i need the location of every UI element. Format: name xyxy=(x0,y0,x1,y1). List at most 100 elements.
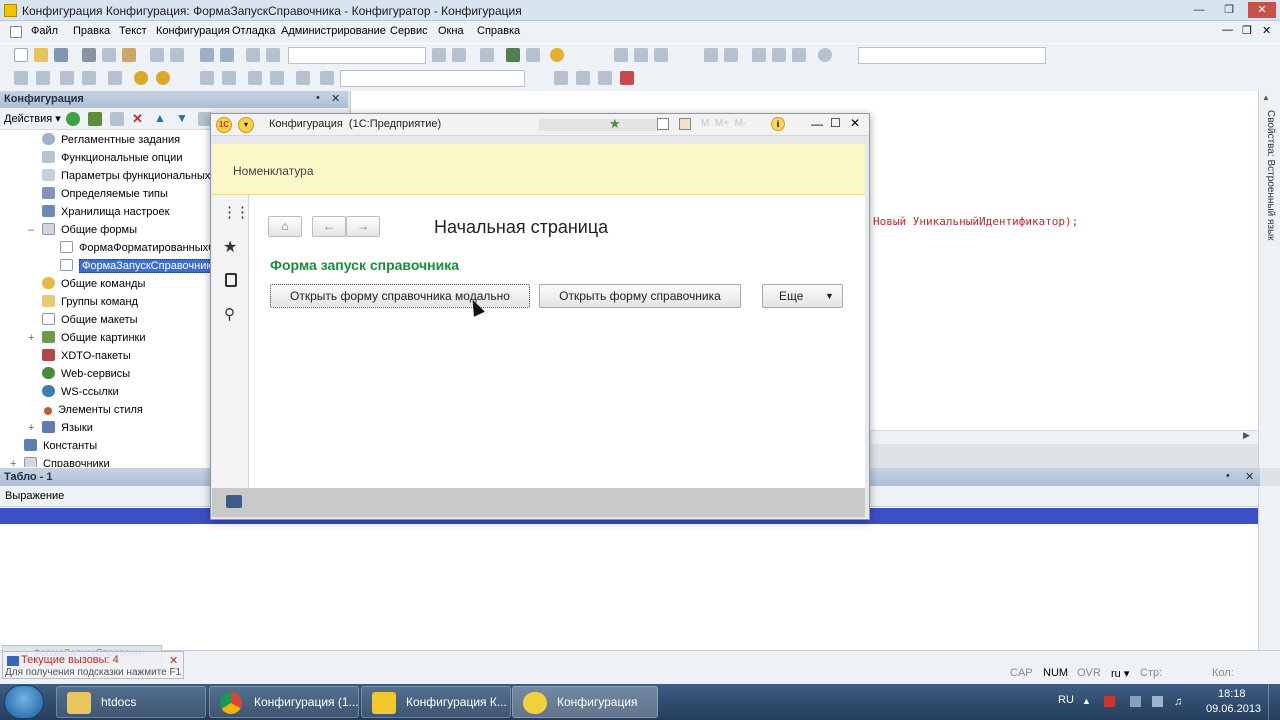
module-icon[interactable] xyxy=(36,71,50,85)
copy-icon[interactable] xyxy=(102,48,116,62)
debug-over-icon[interactable] xyxy=(634,48,648,62)
help-info-icon[interactable]: i xyxy=(771,117,785,131)
menu-service[interactable]: Сервис xyxy=(390,25,428,37)
find-prev-icon[interactable] xyxy=(452,48,466,62)
tray-expand-icon[interactable]: ▲ xyxy=(1082,696,1091,706)
enterprise-minimize-button[interactable]: — xyxy=(811,117,823,131)
bookmark-next-icon[interactable] xyxy=(576,71,590,85)
taskbar-item-htdocs[interactable]: htdocs xyxy=(56,686,206,718)
tablo-close-icon[interactable]: ✕ xyxy=(1245,470,1254,483)
taskbar-item-enterprise[interactable]: Конфигурация xyxy=(512,686,658,718)
forward-button[interactable]: → xyxy=(346,216,380,237)
expression-icon[interactable] xyxy=(792,48,806,62)
debug-step-icon[interactable] xyxy=(614,48,628,62)
debug-out-icon[interactable] xyxy=(654,48,668,62)
tree-item-launch-form[interactable]: ФормаЗапускСправочника xyxy=(0,257,210,275)
enterprise-close-button[interactable]: ✕ xyxy=(850,116,860,130)
add-icon[interactable] xyxy=(66,112,80,126)
more-button[interactable]: Еще ▼ xyxy=(762,284,843,308)
uncomment-icon[interactable] xyxy=(270,71,284,85)
tray-app-icon[interactable] xyxy=(1104,696,1115,707)
messages-icon[interactable] xyxy=(226,495,242,508)
bookmark-clear-icon[interactable] xyxy=(620,71,634,85)
tree-item-settings-storages[interactable]: Хранилища настроек xyxy=(0,203,210,221)
menu-dropdown-icon[interactable]: ▾ xyxy=(238,117,254,133)
print-icon[interactable] xyxy=(150,48,164,62)
editor-hscrollbar[interactable] xyxy=(871,430,1259,444)
edit-icon[interactable] xyxy=(88,112,102,126)
favorites-icon[interactable]: ★ xyxy=(223,237,237,257)
open-catalog-button[interactable]: Открыть форму справочника xyxy=(539,284,741,308)
menu-text[interactable]: Текст xyxy=(119,25,147,37)
table-icon[interactable] xyxy=(82,71,96,85)
minimize-button[interactable]: — xyxy=(1188,2,1210,18)
tree-item-defined-types[interactable]: Определяемые типы xyxy=(0,185,210,203)
panel-close-icon[interactable]: ✕ xyxy=(331,92,340,105)
calls-close-icon[interactable]: ✕ xyxy=(169,654,178,667)
tree-item-style-items[interactable]: Элементы стиля xyxy=(0,401,210,419)
1c-logo-icon[interactable]: 1С xyxy=(216,117,232,133)
redo-icon[interactable] xyxy=(220,48,234,62)
search-icon[interactable]: ⚲ xyxy=(224,305,235,323)
outdent-icon[interactable] xyxy=(222,71,236,85)
tree-item-command-groups[interactable]: Группы команд xyxy=(0,293,210,311)
scroll-up-icon[interactable]: ▲ xyxy=(1262,93,1270,102)
tablo-pin-icon[interactable]: • xyxy=(1226,470,1230,482)
find-icon[interactable] xyxy=(246,48,260,62)
show-desktop-button[interactable] xyxy=(1268,684,1280,720)
taskbar-item-configurator[interactable]: Конфигурация К... xyxy=(361,686,511,718)
syntax-assistant-icon[interactable] xyxy=(506,48,520,62)
expression-column[interactable]: Выражение xyxy=(5,490,64,502)
history-icon[interactable] xyxy=(225,273,237,287)
menu-configuration[interactable]: Конфигурация xyxy=(156,25,230,37)
menu-file[interactable]: Файл xyxy=(31,25,58,37)
properties-tab[interactable]: Свойства: Встроенный язык xyxy=(1262,110,1276,241)
undo-icon[interactable] xyxy=(200,48,214,62)
tree-item-common-pictures[interactable]: + Общие картинки xyxy=(0,329,210,347)
timer-icon[interactable] xyxy=(818,48,832,62)
breakpoint-icon[interactable] xyxy=(752,48,766,62)
enterprise-icon[interactable] xyxy=(156,71,170,85)
clock-date[interactable]: 09.06.2013 xyxy=(1206,703,1261,715)
pin-icon[interactable]: • xyxy=(316,92,320,104)
tree-item-common-templates[interactable]: Общие макеты xyxy=(0,311,210,329)
find-all-icon[interactable] xyxy=(266,48,280,62)
start-button[interactable] xyxy=(4,685,44,719)
bookmark-prev-icon[interactable] xyxy=(598,71,612,85)
menu-help[interactable]: Справка xyxy=(477,25,520,37)
preview-icon[interactable] xyxy=(170,48,184,62)
section-nomenclature[interactable]: Номенклатура xyxy=(233,164,314,178)
expand-icon[interactable]: + xyxy=(28,329,42,347)
actions-menu[interactable]: Действия ▾ xyxy=(4,112,61,125)
tree-item-common-commands[interactable]: Общие команды xyxy=(0,275,210,293)
tree-item-functional-params[interactable]: Параметры функциональных оп xyxy=(0,167,210,185)
copy-item-icon[interactable] xyxy=(110,112,124,126)
taskbar-item-chrome[interactable]: Конфигурация (1... xyxy=(209,686,359,718)
menu-windows[interactable]: Окна xyxy=(438,25,464,37)
search-combo[interactable] xyxy=(288,47,426,64)
open-catalog-modal-button[interactable]: Открыть форму справочника модально xyxy=(270,284,530,308)
indent-icon[interactable] xyxy=(200,71,214,85)
module-combo[interactable] xyxy=(858,47,1046,64)
procedure-combo[interactable] xyxy=(340,70,525,87)
tree-item-common-forms[interactable]: – Общие формы xyxy=(0,221,210,239)
back-button[interactable]: ← xyxy=(312,216,346,237)
format-icon[interactable] xyxy=(296,71,310,85)
paste-icon[interactable] xyxy=(122,48,136,62)
mdi-restore-button[interactable]: ❐ xyxy=(1242,24,1252,37)
debug-continue-icon[interactable] xyxy=(724,48,738,62)
clock-time[interactable]: 18:18 xyxy=(1218,688,1246,700)
tree-item-formatted-form[interactable]: ФормаФорматированныхС xyxy=(0,239,210,257)
info-icon[interactable] xyxy=(550,48,564,62)
move-down-icon[interactable]: ▼ xyxy=(176,111,188,125)
form-icon[interactable] xyxy=(60,71,74,85)
cut-icon[interactable] xyxy=(82,48,96,62)
tree-item-web-services[interactable]: Web-сервисы xyxy=(0,365,210,383)
expand-icon[interactable]: + xyxy=(10,455,24,467)
home-button[interactable]: ⌂ xyxy=(268,216,302,237)
mdi-minimize-button[interactable]: — xyxy=(1222,24,1233,36)
run-icon[interactable] xyxy=(108,71,122,85)
scroll-right-icon[interactable]: ▶ xyxy=(1243,430,1250,441)
delete-icon[interactable]: ✕ xyxy=(132,111,143,127)
expand-icon[interactable]: + xyxy=(28,419,42,437)
